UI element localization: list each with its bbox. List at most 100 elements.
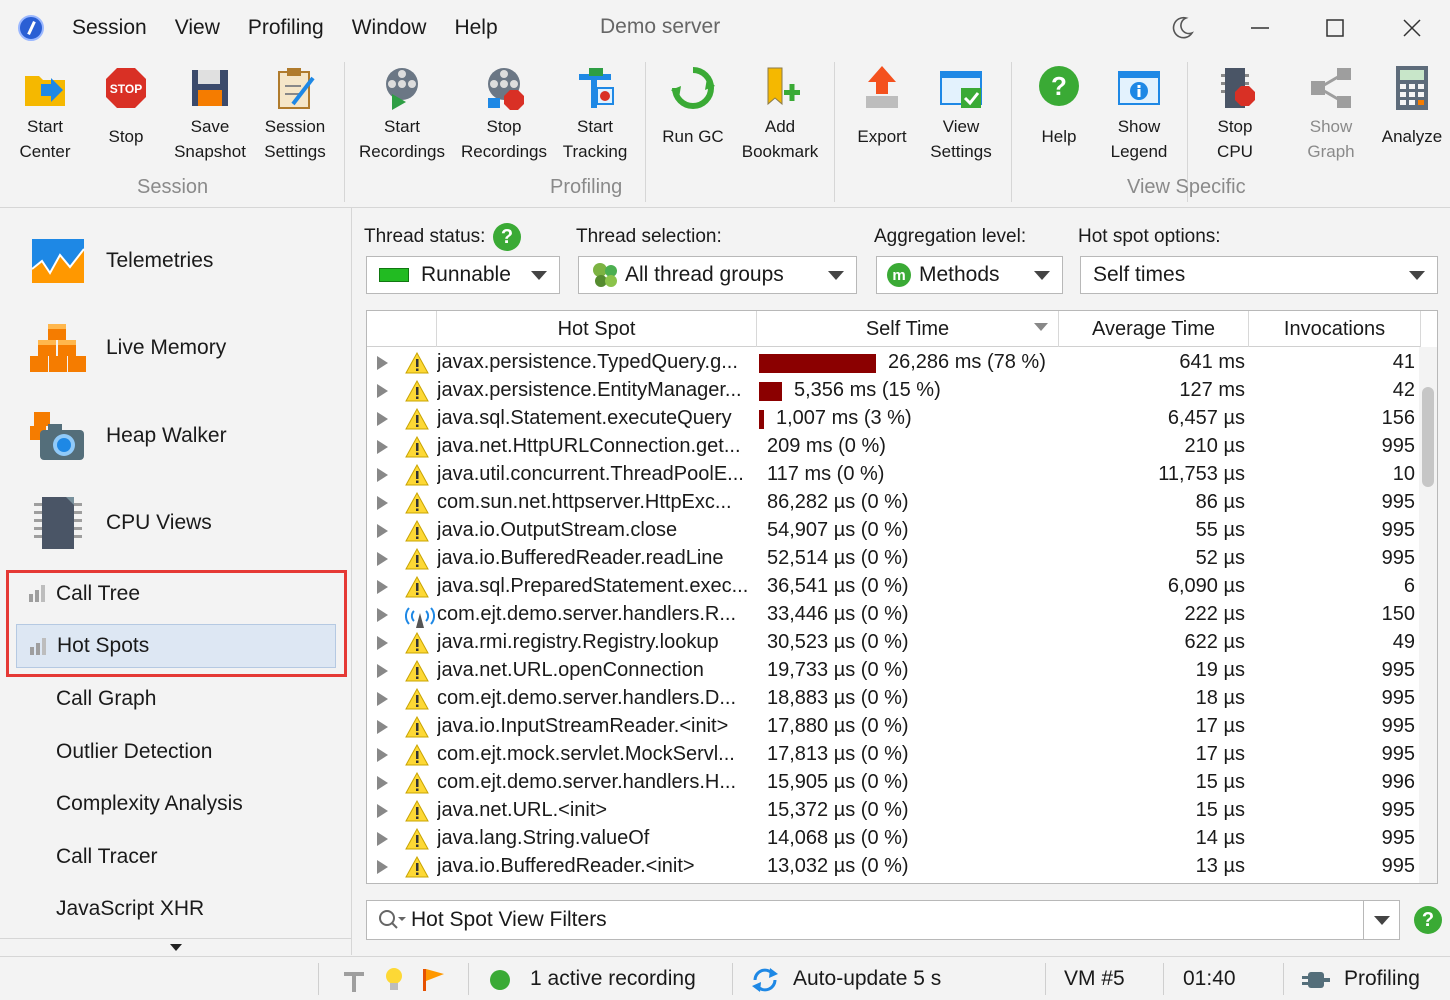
thread-status-dropdown[interactable]: Runnable	[366, 256, 560, 294]
session-settings-button[interactable]: Session Settings	[250, 64, 340, 164]
expand-arrow-icon[interactable]	[377, 804, 388, 818]
run-gc-button[interactable]: Run GC	[648, 64, 738, 149]
expand-arrow-icon[interactable]	[377, 608, 388, 622]
sidebar-item-call-tracer[interactable]: Call Tracer	[16, 835, 336, 879]
table-row[interactable]: java.io.BufferedReader.<init> 13,032 µs (…	[367, 853, 1421, 881]
auto-update-status[interactable]: Auto-update 5 s	[793, 967, 941, 991]
menu-view[interactable]: View	[175, 16, 220, 40]
add-bookmark-button[interactable]: Add Bookmark	[735, 64, 825, 164]
sidebar-item-outlier-detection[interactable]: Outlier Detection	[16, 730, 336, 774]
thread-selection-dropdown[interactable]: All thread groups	[578, 256, 857, 294]
hot-spots-table[interactable]: Hot Spot Self Time Average Time Invocati…	[366, 310, 1438, 884]
scrollbar-thumb[interactable]	[1422, 387, 1434, 487]
expand-arrow-icon[interactable]	[377, 356, 388, 370]
expand-arrow-icon[interactable]	[377, 468, 388, 482]
show-legend-button[interactable]: Show Legend	[1094, 64, 1184, 164]
column-header-invocations[interactable]: Invocations	[1249, 311, 1421, 347]
scroll-down-icon[interactable]	[170, 944, 182, 951]
expand-arrow-icon[interactable]	[377, 552, 388, 566]
pin-icon[interactable]	[340, 966, 368, 994]
table-row[interactable]: java.net.URL.<init> 15,372 µs (0 %) 15 µs 9…	[367, 797, 1421, 825]
table-row[interactable]: java.net.URL.openConnection 19,733 µs (0 …	[367, 657, 1421, 685]
expand-arrow-icon[interactable]	[377, 748, 388, 762]
self-time-value: 17,813 µs (0 %)	[767, 743, 909, 765]
sidebar-item-call-graph[interactable]: Call Graph	[16, 677, 336, 721]
app-logo-icon[interactable]	[18, 15, 44, 41]
heap-walker-icon	[30, 408, 86, 464]
column-header-self-time[interactable]: Self Time	[757, 311, 1059, 347]
expand-arrow-icon[interactable]	[377, 860, 388, 874]
menu-help[interactable]: Help	[454, 16, 497, 40]
column-header-average-time[interactable]: Average Time	[1059, 311, 1249, 347]
help-button[interactable]: ? Help	[1014, 64, 1104, 149]
stop-cpu-button[interactable]: Stop CPU	[1190, 64, 1280, 164]
table-row[interactable]: javax.persistence.EntityManager... 5,356 …	[367, 377, 1421, 405]
start-center-button[interactable]: Start Center	[0, 64, 90, 164]
table-row[interactable]: com.ejt.mock.servlet.MockServl... 17,813 …	[367, 741, 1421, 769]
table-row[interactable]: com.sun.net.httpserver.HttpExc... 86,282 …	[367, 489, 1421, 517]
expand-arrow-icon[interactable]	[377, 440, 388, 454]
maximize-icon[interactable]	[1315, 10, 1355, 46]
table-row[interactable]: java.sql.Statement.executeQuery 1,007 ms …	[367, 405, 1421, 433]
expand-arrow-icon[interactable]	[377, 524, 388, 538]
filter-help-icon[interactable]: ?	[1414, 906, 1442, 934]
table-row[interactable]: java.io.OutputStream.close 54,907 µs (0 %…	[367, 517, 1421, 545]
close-icon[interactable]	[1392, 10, 1432, 46]
hot-spot-name: java.io.BufferedReader.readLine	[437, 547, 724, 569]
sidebar-item-telemetries[interactable]: Telemetries	[30, 228, 213, 294]
active-recording-status[interactable]: 1 active recording	[530, 967, 696, 991]
expand-arrow-icon[interactable]	[377, 496, 388, 510]
hot-spot-filter-input[interactable]: Hot Spot View Filters	[366, 900, 1400, 940]
sidebar-item-live-memory[interactable]: Live Memory	[30, 315, 226, 381]
table-row[interactable]: java.io.InputStreamReader.<init> 17,880 µ…	[367, 713, 1421, 741]
invocations-value: 995	[1381, 855, 1415, 877]
expand-arrow-icon[interactable]	[377, 692, 388, 706]
filter-dropdown-button[interactable]	[1363, 901, 1399, 939]
hot-spot-options-dropdown[interactable]: Self times	[1080, 256, 1438, 294]
minimize-icon[interactable]	[1240, 10, 1280, 46]
expand-arrow-icon[interactable]	[377, 636, 388, 650]
analyze-button[interactable]: Analyze	[1367, 64, 1450, 149]
view-settings-button[interactable]: View Settings	[916, 64, 1006, 164]
expand-arrow-icon[interactable]	[377, 580, 388, 594]
table-row[interactable]: com.ejt.demo.server.handlers.R... 33,446 …	[367, 601, 1421, 629]
expand-arrow-icon[interactable]	[377, 384, 388, 398]
sidebar-item-heap-walker[interactable]: Heap Walker	[30, 403, 227, 469]
stop-recordings-button[interactable]: Stop Recordings	[459, 64, 549, 164]
menu-window[interactable]: Window	[352, 16, 427, 40]
save-snapshot-button[interactable]: Save Snapshot	[165, 64, 255, 164]
sidebar-item-cpu-views[interactable]: CPU Views	[30, 490, 212, 556]
menu-profiling[interactable]: Profiling	[248, 16, 324, 40]
expand-arrow-icon[interactable]	[377, 664, 388, 678]
table-row[interactable]: com.ejt.demo.server.handlers.H... 15,905 …	[367, 769, 1421, 797]
vertical-scrollbar[interactable]	[1419, 347, 1437, 883]
table-row[interactable]: java.sql.PreparedStatement.exec... 36,541…	[367, 573, 1421, 601]
lightbulb-icon[interactable]	[382, 965, 406, 993]
table-row[interactable]: java.net.HttpURLConnection.get... 209 ms …	[367, 433, 1421, 461]
table-row[interactable]: java.util.concurrent.ThreadPoolE... 117 m…	[367, 461, 1421, 489]
expand-arrow-icon[interactable]	[377, 720, 388, 734]
menu-session[interactable]: Session	[72, 16, 147, 40]
start-tracking-button[interactable]: Start Tracking	[550, 64, 640, 164]
flag-icon[interactable]	[420, 966, 446, 994]
sidebar-item-complexity-analysis[interactable]: Complexity Analysis	[16, 782, 336, 826]
sidebar-item-javascript-xhr[interactable]: JavaScript XHR	[16, 887, 336, 931]
export-button[interactable]: Export	[837, 64, 927, 149]
expand-arrow-icon[interactable]	[377, 412, 388, 426]
expand-arrow-icon[interactable]	[377, 832, 388, 846]
start-recordings-button[interactable]: Start Recordings	[357, 64, 447, 164]
expand-arrow-icon[interactable]	[377, 776, 388, 790]
thread-status-help-icon[interactable]: ?	[493, 223, 521, 251]
table-row[interactable]: java.lang.String.valueOf 14,068 µs (0 %) 1…	[367, 825, 1421, 853]
table-row[interactable]: com.ejt.demo.server.handlers.D... 18,883 …	[367, 685, 1421, 713]
stop-button[interactable]: STOP Stop	[81, 64, 171, 149]
average-time-value: 6,457 µs	[1167, 407, 1245, 429]
warning-icon	[405, 435, 429, 458]
column-header-hot-spot[interactable]: Hot Spot	[437, 311, 757, 347]
aggregation-level-dropdown[interactable]: m Methods	[876, 256, 1063, 294]
show-graph-button[interactable]: Show Graph	[1286, 64, 1376, 164]
table-row[interactable]: java.io.BufferedReader.readLine 52,514 µs…	[367, 545, 1421, 573]
table-row[interactable]: javax.persistence.TypedQuery.g... 26,286 …	[367, 349, 1421, 377]
table-row[interactable]: java.rmi.registry.Registry.lookup 30,523 …	[367, 629, 1421, 657]
theme-moon-icon[interactable]	[1162, 10, 1202, 46]
